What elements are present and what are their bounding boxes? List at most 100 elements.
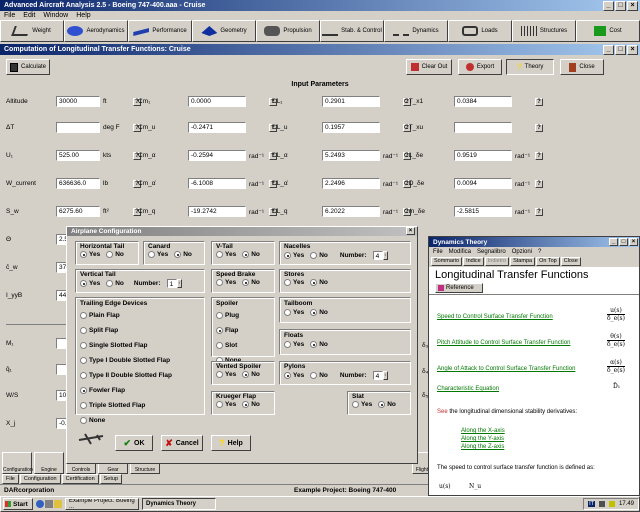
clq-field[interactable]: 6.2022: [322, 206, 380, 217]
menu-edit[interactable]: Edit: [23, 12, 35, 19]
link-pitch[interactable]: Pitch Attitude to Control Surface Transf…: [437, 339, 570, 346]
vertical-tail-yes-radio[interactable]: Yes: [80, 280, 100, 287]
task-dynamics-theory[interactable]: Dynamics Theory: [142, 498, 216, 510]
clalpha-field[interactable]: 5.2493: [322, 150, 380, 161]
canard-no-radio[interactable]: No: [174, 251, 192, 258]
nacelles-no-radio[interactable]: No: [310, 252, 328, 259]
indietro-button[interactable]: Indietro: [484, 257, 510, 266]
sub-close-icon[interactable]: ×: [627, 45, 638, 55]
tailboom-yes-radio[interactable]: Yes: [284, 309, 304, 316]
module-dynamics-button[interactable]: Dynamics: [384, 20, 448, 42]
theory-menu-segnalibro[interactable]: Segnalibro: [477, 249, 506, 255]
horizontal-tail-yes-radio[interactable]: Yes: [80, 251, 100, 258]
on-top-button[interactable]: On Top: [536, 257, 560, 266]
vtail-yes-radio[interactable]: Yes: [216, 251, 236, 258]
link-x-axis[interactable]: Along the X-axis: [461, 428, 505, 434]
start-button[interactable]: Start: [3, 498, 33, 510]
tab-file[interactable]: File: [2, 474, 19, 484]
krueger-yes-radio[interactable]: Yes: [216, 401, 236, 408]
krueger-no-radio[interactable]: No: [242, 401, 260, 408]
single-slotted-flap-radio[interactable]: Single Slotted Flap: [80, 339, 148, 352]
altitude-field[interactable]: 30000: [56, 96, 100, 107]
ok-button[interactable]: ✔ OK: [115, 435, 153, 451]
menu-help[interactable]: Help: [76, 12, 90, 19]
module-cost-button[interactable]: Cost: [576, 20, 640, 42]
tab-setup[interactable]: Setup: [99, 474, 123, 484]
module-weight-button[interactable]: Weight: [0, 20, 64, 42]
cancel-button[interactable]: ✘ Cancel: [161, 435, 203, 451]
help-button[interactable]: ? Help: [211, 435, 251, 451]
slat-no-radio[interactable]: No: [378, 401, 396, 408]
cm1-field[interactable]: 0.0000: [188, 96, 246, 107]
speed-brake-yes-radio[interactable]: Yes: [216, 279, 236, 286]
spinner-icon[interactable]: ↕: [382, 371, 388, 380]
vertical-tail-no-radio[interactable]: No: [106, 280, 124, 287]
minimize-icon[interactable]: _: [603, 1, 614, 11]
export-button[interactable]: Export: [458, 59, 502, 75]
calculate-button[interactable]: Calculate: [6, 59, 50, 75]
theory-maximize-icon[interactable]: □: [619, 238, 628, 246]
close-button[interactable]: Close: [560, 59, 604, 75]
type2-double-slotted-radio[interactable]: Type II Double Slotted Flap: [80, 369, 172, 382]
maximize-icon[interactable]: □: [615, 1, 626, 11]
weight-field[interactable]: 636636.0: [56, 178, 100, 189]
fowler-flap-radio[interactable]: Fowler Flap: [80, 384, 125, 397]
module-geometry-button[interactable]: Geometry: [192, 20, 256, 42]
slat-yes-radio[interactable]: Yes: [352, 401, 372, 408]
u1-field[interactable]: 525.00: [56, 150, 100, 161]
link-z-axis[interactable]: Along the Z-axis: [461, 444, 504, 450]
module-propulsion-button[interactable]: Propulsion: [256, 20, 320, 42]
ie-icon[interactable]: [36, 500, 44, 508]
floats-no-radio[interactable]: No: [310, 341, 328, 348]
help-icon[interactable]: ?: [535, 179, 543, 188]
theory-menu-opzioni[interactable]: Opzioni: [512, 249, 532, 255]
triple-slotted-flap-radio[interactable]: Triple Slotted Flap: [80, 399, 145, 412]
stores-no-radio[interactable]: No: [310, 279, 328, 286]
plain-flap-radio[interactable]: Plain Flap: [80, 309, 120, 322]
floats-yes-radio[interactable]: Yes: [284, 341, 304, 348]
theory-close-button[interactable]: Close: [560, 257, 581, 266]
language-indicator[interactable]: IT: [588, 501, 595, 507]
spinner-icon[interactable]: ↕: [176, 279, 182, 288]
cl1-field[interactable]: 0.2901: [322, 96, 380, 107]
link-y-axis[interactable]: Along the Y-axis: [461, 436, 504, 442]
nacelles-number-field[interactable]: 4: [372, 251, 383, 260]
theory-menu-help[interactable]: ?: [538, 249, 541, 255]
sub-maximize-icon[interactable]: □: [615, 45, 626, 55]
help-icon[interactable]: ?: [535, 207, 543, 216]
task-aaa[interactable]: Example Project: Boeing ...: [65, 498, 139, 510]
vented-spoiler-yes-radio[interactable]: Yes: [216, 371, 236, 378]
cmdeltae-field[interactable]: -2.5815: [454, 206, 512, 217]
clalphadot-field[interactable]: 2.2496: [322, 178, 380, 189]
desktop-icon[interactable]: [45, 500, 53, 508]
module-aerodynamics-button[interactable]: Aerodynamics: [64, 20, 128, 42]
help-icon[interactable]: ?: [535, 123, 543, 132]
link-angle[interactable]: Angle of Attack to Control Surface Trans…: [437, 365, 575, 372]
cmq-field[interactable]: -19.2742: [188, 206, 246, 217]
vtail-no-radio[interactable]: No: [242, 251, 260, 258]
cldeltae-field[interactable]: 0.9519: [454, 150, 512, 161]
pylons-number-field[interactable]: 4: [372, 371, 383, 380]
theory-minimize-icon[interactable]: _: [609, 238, 618, 246]
theory-menu-file[interactable]: File: [433, 249, 443, 255]
vented-spoiler-no-radio[interactable]: No: [242, 371, 260, 378]
tray-engine-button[interactable]: Engine: [34, 452, 64, 474]
module-structures-button[interactable]: Structures: [512, 20, 576, 42]
spoiler-slot-radio[interactable]: Slot: [216, 339, 237, 352]
stores-yes-radio[interactable]: Yes: [284, 279, 304, 286]
tab-certification[interactable]: Certification: [61, 474, 99, 484]
sw-field[interactable]: 6275.60: [56, 206, 100, 217]
cmalpha-field[interactable]: -0.2594: [188, 150, 246, 161]
vertical-tail-number-field[interactable]: 1: [166, 279, 177, 288]
indice-button[interactable]: Indice: [463, 257, 484, 266]
link-speed[interactable]: Speed to Control Surface Transfer Functi…: [437, 313, 553, 320]
theory-close-icon[interactable]: ×: [629, 238, 638, 246]
spoiler-plug-radio[interactable]: Plug: [216, 309, 239, 322]
help-icon[interactable]: ?: [535, 97, 543, 106]
link-characteristic[interactable]: Characteristic Equation: [437, 385, 499, 392]
sub-minimize-icon[interactable]: _: [603, 45, 614, 55]
cmu-field[interactable]: -0.2471: [188, 122, 246, 133]
dialog-close-icon[interactable]: ×: [406, 227, 415, 235]
module-performance-button[interactable]: Performance: [128, 20, 192, 42]
help-icon[interactable]: ?: [535, 151, 543, 160]
